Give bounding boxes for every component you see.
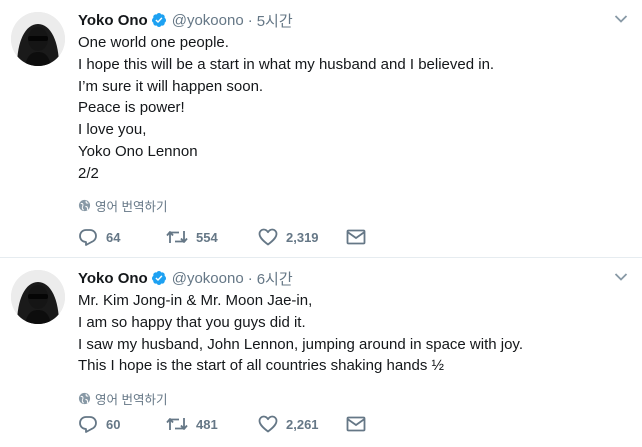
tweet[interactable]: Yoko Ono @yokoono · 6시간 Mr. Kim Jong-in … [0, 258, 642, 447]
globe-icon [78, 200, 91, 212]
verified-badge-icon [151, 271, 166, 285]
reply-icon [79, 416, 97, 433]
direct-message-icon [346, 416, 366, 432]
reply-icon [79, 229, 97, 246]
reply-button[interactable]: 64 [78, 228, 166, 246]
retweet-count: 554 [196, 229, 218, 245]
tweet-text-line: I love you, [78, 121, 147, 139]
tweet-text: One world one people. I hope this will b… [78, 32, 630, 185]
tweet-text-line: 2/2 [78, 164, 99, 182]
like-icon [258, 228, 278, 246]
author-name[interactable]: Yoko Ono [78, 12, 148, 29]
direct-message-button[interactable] [346, 416, 366, 432]
chevron-down-icon[interactable] [614, 272, 628, 282]
retweet-icon [166, 418, 188, 430]
reply-count: 60 [106, 416, 121, 432]
tweet-text-line: I hope this will be a start in what my h… [78, 55, 495, 73]
tweet-text-line: Yoko Ono Lennon [78, 142, 198, 160]
reply-button[interactable]: 60 [78, 415, 166, 433]
globe-icon [78, 392, 91, 404]
like-button[interactable]: 2,261 [258, 415, 346, 433]
direct-message-icon [346, 229, 366, 245]
separator-dot: · [247, 269, 253, 287]
tweet-text-line: One world one people. [78, 34, 229, 51]
tweet-text-line: Mr. Kim Jong-in & Mr. Moon Jae-in, [78, 292, 313, 309]
retweet-button[interactable]: 481 [166, 416, 258, 432]
chevron-down-icon[interactable] [614, 14, 628, 24]
retweet-icon [166, 231, 188, 243]
tweet-text-line: I’m sure it will happen soon. [78, 77, 264, 95]
timeline: Yoko Ono @yokoono · 5시간 One world one pe… [0, 0, 642, 447]
like-button[interactable]: 2,319 [258, 228, 346, 246]
separator-dot: · [247, 11, 253, 29]
tweet-actions: 64 554 2,319 [78, 226, 366, 248]
author-handle[interactable]: @yokoono [172, 270, 244, 287]
translate-label: 영어 번역하기 [95, 200, 168, 215]
translate-tweet-link[interactable]: 영어 번역하기 [78, 388, 630, 408]
like-icon [258, 415, 278, 433]
author-name[interactable]: Yoko Ono [78, 270, 148, 287]
tweet-text-line: I saw my husband, John Lennon, jumping a… [78, 335, 523, 353]
tweet-actions: 60 481 2,261 [78, 413, 366, 435]
retweet-button[interactable]: 554 [166, 229, 258, 245]
tweet-timestamp[interactable]: 5시간 [257, 10, 293, 31]
tweet-header: Yoko Ono @yokoono · 5시간 [78, 10, 630, 30]
translate-label: 영어 번역하기 [95, 392, 168, 407]
like-count: 2,319 [286, 229, 319, 245]
tweet-text: Mr. Kim Jong-in & Mr. Moon Jae-in, I am … [78, 290, 630, 377]
reply-count: 64 [106, 229, 121, 245]
translate-tweet-link[interactable]: 영어 번역하기 [78, 196, 630, 216]
tweet-timestamp[interactable]: 6시간 [257, 268, 293, 289]
verified-badge-icon [151, 13, 166, 27]
like-count: 2,261 [286, 416, 319, 432]
avatar[interactable] [11, 270, 65, 324]
tweet-text-line: This I hope is the start of all countrie… [78, 357, 445, 375]
avatar[interactable] [11, 12, 65, 66]
tweet[interactable]: Yoko Ono @yokoono · 5시간 One world one pe… [0, 0, 642, 258]
direct-message-button[interactable] [346, 229, 366, 245]
tweet-header: Yoko Ono @yokoono · 6시간 [78, 268, 630, 288]
tweet-text-line: I am so happy that you guys did it. [78, 313, 306, 331]
tweet-text-line: Peace is power! [78, 99, 185, 117]
retweet-count: 481 [196, 416, 218, 432]
author-handle[interactable]: @yokoono [172, 12, 244, 29]
